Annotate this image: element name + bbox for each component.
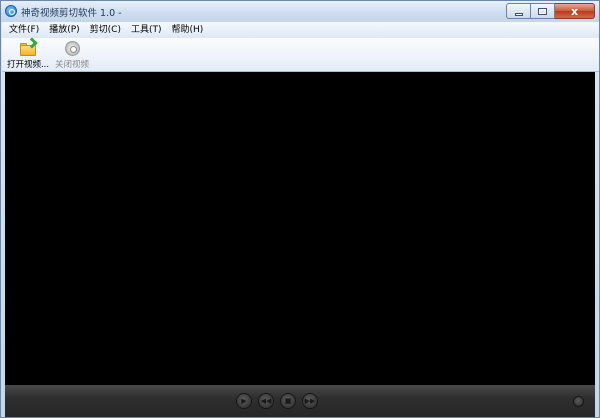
stop-icon: ■ (284, 396, 292, 405)
menu-play[interactable]: 播放(P) (44, 22, 84, 38)
app-window: 神奇视频剪切软件 1.0 - x 文件(F) 播放(P) 剪切(C) 工具(T)… (0, 0, 600, 418)
minimize-icon (514, 12, 523, 16)
play-button[interactable]: ▶ (236, 393, 252, 409)
title-bar[interactable]: 神奇视频剪切软件 1.0 - x (1, 1, 599, 22)
open-video-label: 打开视频... (6, 60, 50, 70)
forward-button[interactable]: ▶▶ (302, 393, 318, 409)
close-icon: x (570, 4, 579, 18)
menu-cut[interactable]: 剪切(C) (85, 22, 126, 38)
close-window-button[interactable]: x (555, 3, 595, 19)
close-video-label: 关闭视频 (54, 60, 89, 70)
minimize-button[interactable] (506, 3, 531, 19)
menu-help[interactable]: 帮助(H) (167, 22, 209, 38)
maximize-icon (538, 7, 547, 15)
maximize-button[interactable] (531, 3, 555, 19)
forward-icon: ▶▶ (304, 396, 316, 405)
menu-tools[interactable]: 工具(T) (126, 22, 167, 38)
open-video-button[interactable]: 打开视频... (6, 37, 50, 70)
menu-file[interactable]: 文件(F) (2, 22, 44, 38)
menu-bar: 文件(F) 播放(P) 剪切(C) 工具(T) 帮助(H) (2, 22, 599, 38)
window-controls: x (506, 3, 595, 19)
video-display[interactable] (5, 72, 595, 385)
playback-control-bar: ▶ ◀◀ ■ ▶▶ (5, 385, 595, 417)
rewind-icon: ◀◀ (260, 396, 272, 405)
close-video-button[interactable]: 关闭视频 (52, 40, 92, 70)
open-folder-icon (19, 37, 38, 56)
stop-button[interactable]: ■ (280, 393, 296, 409)
volume-button[interactable] (573, 396, 584, 407)
disc-icon (64, 41, 80, 56)
window-title: 神奇视频剪切软件 1.0 - (21, 8, 122, 19)
rewind-button[interactable]: ◀◀ (258, 393, 274, 409)
toolbar: 打开视频... 关闭视频 (2, 37, 599, 72)
app-logo-icon[interactable] (5, 5, 17, 17)
play-icon: ▶ (241, 396, 247, 405)
